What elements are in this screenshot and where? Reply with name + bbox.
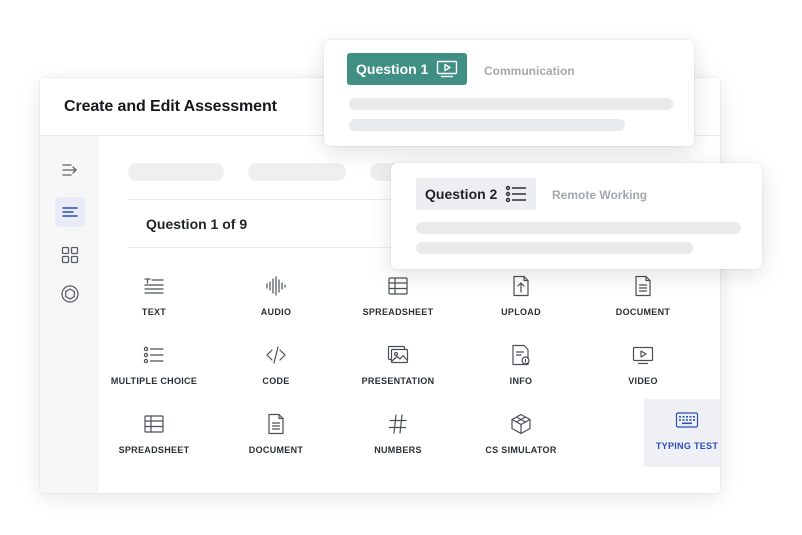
- question-badge: Question 1: [347, 53, 468, 85]
- question-type-label: CODE: [262, 376, 290, 386]
- question-type-label: INFO: [509, 376, 533, 386]
- question-type-label: CS SIMULATOR: [485, 445, 557, 455]
- question-type-spreadsheet[interactable]: SPREADSHEET: [111, 403, 197, 471]
- question-type-label: DOCUMENT: [248, 445, 304, 455]
- cube-icon: [508, 411, 534, 437]
- question-type-label: SPREADSHEET: [362, 307, 434, 317]
- video-icon: [630, 342, 656, 368]
- sidebar-item-settings[interactable]: [55, 279, 85, 309]
- question-type-upload[interactable]: UPLOAD: [478, 265, 564, 333]
- question-type-label: PRESENTATION: [361, 376, 435, 386]
- placeholder-bar: [349, 98, 673, 110]
- video-icon: [437, 60, 458, 78]
- code-icon: [263, 342, 289, 368]
- question-type-audio[interactable]: AUDIO: [233, 265, 319, 333]
- question-type-label: DOCUMENT: [615, 307, 671, 317]
- question-type-label: UPLOAD: [501, 307, 541, 317]
- question-type-multiple-choice[interactable]: MULTIPLE CHOICE: [111, 334, 197, 402]
- question-type-presentation[interactable]: PRESENTATION: [355, 334, 441, 402]
- list-icon: [506, 185, 527, 203]
- grid-icon: [61, 246, 79, 264]
- placeholder-bar: [416, 222, 741, 234]
- sidebar-item-grid[interactable]: [55, 240, 85, 270]
- text-icon: [141, 273, 167, 299]
- placeholder-bar: [416, 242, 693, 254]
- question-badge: Question 2: [416, 178, 537, 210]
- question-type-spreadsheet[interactable]: SPREADSHEET: [355, 265, 441, 333]
- window-title: Create and Edit Assessment: [64, 98, 277, 115]
- question-type-label: TEXT: [141, 307, 167, 317]
- settings-circle-icon: [61, 285, 79, 303]
- question-type-document[interactable]: DOCUMENT: [600, 265, 686, 333]
- question-type-label: AUDIO: [260, 307, 292, 317]
- question-card-1[interactable]: Question 1 Communication: [324, 40, 694, 146]
- document-icon: [263, 411, 289, 437]
- question-type-numbers[interactable]: NUMBERS: [355, 403, 441, 471]
- hash-icon: [385, 411, 411, 437]
- placeholder-bar: [349, 119, 625, 131]
- question-type-info[interactable]: INFO: [478, 334, 564, 402]
- question-topic: Remote Working: [552, 188, 648, 202]
- tab-placeholder: [128, 163, 224, 181]
- sidebar-item-questions[interactable]: [55, 197, 85, 227]
- question-type-label: MULTIPLE CHOICE: [110, 376, 198, 386]
- question-type-video[interactable]: VIDEO: [600, 334, 686, 402]
- info-icon: [508, 342, 534, 368]
- question-badge-label: Question 1: [356, 61, 429, 77]
- upload-icon: [508, 273, 534, 299]
- audio-icon: [263, 273, 289, 299]
- question-type-label: NUMBERS: [374, 445, 422, 455]
- list-icon: [141, 342, 167, 368]
- question-topic: Communication: [484, 64, 575, 78]
- question-type-document[interactable]: DOCUMENT: [233, 403, 319, 471]
- spreadsheet-icon: [385, 273, 411, 299]
- question-type-label: SPREADSHEET: [118, 445, 190, 455]
- align-left-icon: [62, 207, 78, 217]
- tab-placeholder: [248, 163, 346, 181]
- sidebar-item-expand[interactable]: [55, 155, 85, 185]
- spreadsheet-icon: [141, 411, 167, 437]
- question-type-label: TYPING TEST: [655, 441, 719, 451]
- question-type-cs-simulator[interactable]: CS SIMULATOR: [478, 403, 564, 471]
- sidebar: [40, 136, 98, 493]
- document-icon: [630, 273, 656, 299]
- question-type-text[interactable]: TEXT: [111, 265, 197, 333]
- question-badge-label: Question 2: [425, 186, 498, 202]
- question-type-label: VIDEO: [628, 376, 658, 386]
- question-card-2[interactable]: Question 2 Remote Working: [391, 163, 762, 269]
- presentation-icon: [385, 342, 411, 368]
- keyboard-icon: [674, 407, 700, 433]
- question-type-code[interactable]: CODE: [233, 334, 319, 402]
- arrow-right-lines-icon: [62, 164, 77, 176]
- question-type-typing-test[interactable]: TYPING TEST: [644, 399, 720, 467]
- question-counter: Question 1 of 9: [146, 216, 248, 232]
